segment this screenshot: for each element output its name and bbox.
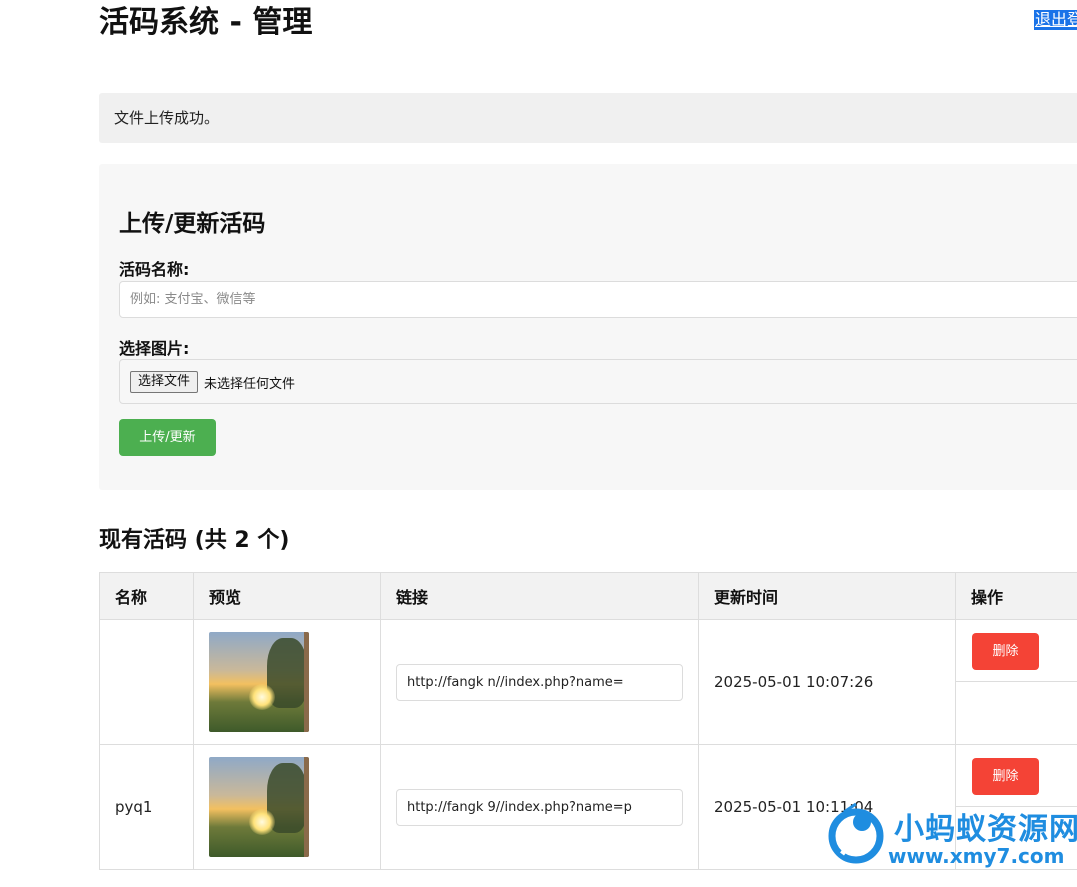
- watermark-title: 小蚂蚁资源网: [894, 812, 1077, 847]
- upload-form: 上传/更新活码 活码名称: 选择图片: 选择文件 未选择任何文件 上传/更新: [99, 164, 1077, 490]
- name-label: 活码名称:: [119, 260, 190, 279]
- column-header-preview: 预览: [193, 572, 381, 620]
- row-preview: [193, 744, 381, 870]
- column-header-updated: 更新时间: [698, 572, 956, 620]
- preview-image: [209, 757, 309, 857]
- row-preview: [193, 619, 381, 745]
- watermark: 小蚂蚁资源网 www.xmy7.com: [822, 800, 1077, 878]
- column-header-name: 名称: [99, 572, 194, 620]
- upload-submit-button[interactable]: 上传/更新: [119, 419, 216, 456]
- row-name: pyq1: [99, 744, 194, 870]
- row-name: [99, 619, 194, 745]
- success-alert: 文件上传成功。: [99, 93, 1077, 143]
- table-row: http://fangk n//index.php?name= 2025-05-…: [99, 619, 1077, 745]
- watermark-url: www.xmy7.com: [888, 844, 1065, 868]
- delete-button[interactable]: 删除: [972, 758, 1039, 795]
- preview-image: [209, 632, 309, 732]
- row-link: http://fangk n//index.php?name=: [380, 619, 699, 745]
- column-header-actions: 操作: [955, 572, 1077, 620]
- file-picker: 选择文件 未选择任何文件: [119, 359, 1077, 404]
- row-link: http://fangk 9//index.php?name=p: [380, 744, 699, 870]
- list-heading: 现有活码 (共 2 个): [99, 528, 290, 553]
- column-header-link: 链接: [380, 572, 699, 620]
- image-label: 选择图片:: [119, 339, 190, 358]
- row-updated: 2025-05-01 10:07:26: [698, 619, 956, 745]
- page-title: 活码系统 - 管理: [99, 5, 313, 40]
- choose-file-button[interactable]: 选择文件: [130, 371, 199, 393]
- name-input[interactable]: [119, 281, 1077, 318]
- upload-heading: 上传/更新活码: [119, 211, 266, 237]
- logout-link[interactable]: 退出登录: [1034, 10, 1077, 30]
- ant-logo-icon: [828, 802, 884, 864]
- link-field[interactable]: http://fangk 9//index.php?name=p: [396, 788, 683, 826]
- link-field[interactable]: http://fangk n//index.php?name=: [396, 663, 683, 701]
- table-header-row: 名称 预览 链接 更新时间 操作: [99, 572, 1077, 620]
- row-actions: 删除: [955, 619, 1077, 745]
- delete-button[interactable]: 删除: [972, 633, 1039, 670]
- admin-page: 活码系统 - 管理 退出登录 文件上传成功。 上传/更新活码 活码名称: 选择图…: [0, 0, 1077, 887]
- file-status: 未选择任何文件: [204, 377, 296, 392]
